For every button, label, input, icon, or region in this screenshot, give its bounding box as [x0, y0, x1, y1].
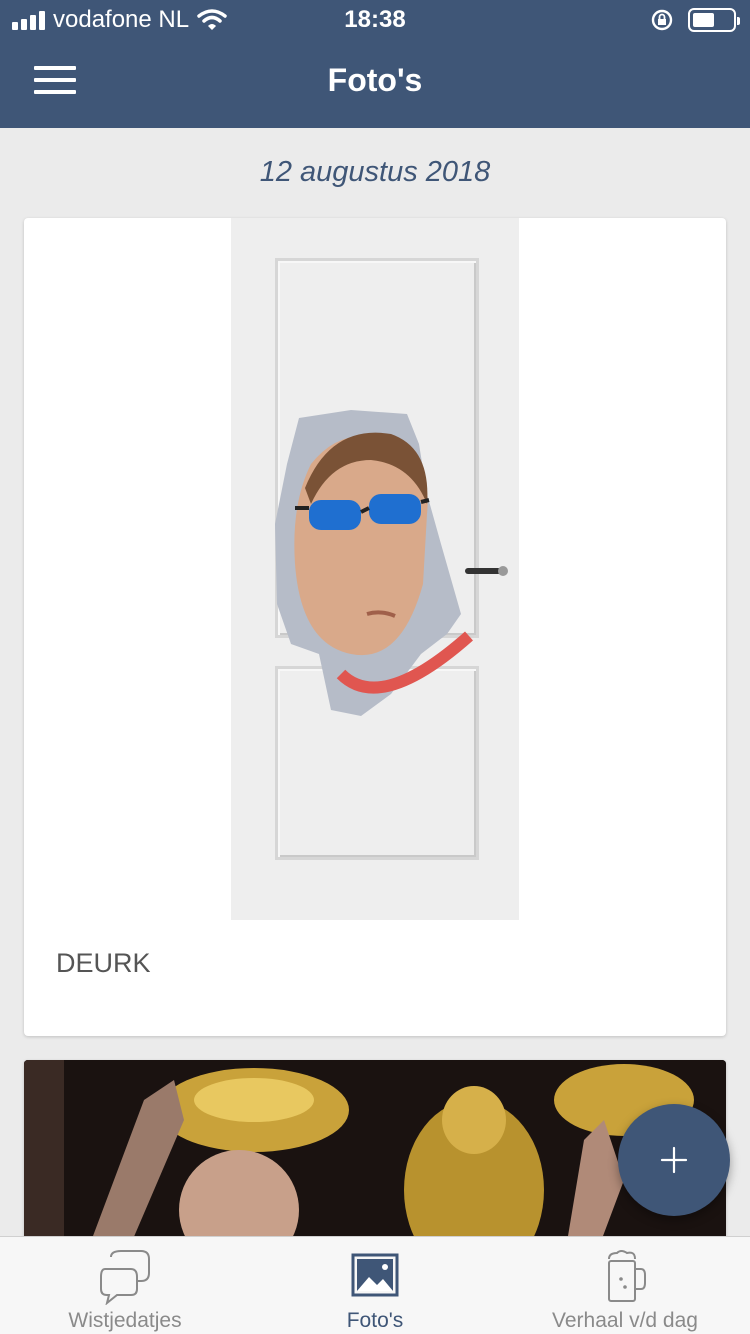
plus-icon: [660, 1146, 688, 1174]
rotation-lock-icon: [651, 9, 673, 31]
page-title: Foto's: [327, 62, 423, 98]
tab-fotos[interactable]: Foto's: [250, 1237, 500, 1334]
status-bar: vodafone NL 18:38: [0, 0, 750, 40]
door-photo[interactable]: [231, 218, 519, 920]
face-cutout: [275, 410, 473, 716]
tab-label: Wistjedatjes: [68, 1309, 182, 1332]
nav-bar: Foto's: [0, 40, 750, 128]
tab-verhaal[interactable]: Verhaal v/d dag: [500, 1237, 750, 1334]
tab-label: Verhaal v/d dag: [552, 1309, 698, 1332]
status-time: 18:38: [344, 6, 406, 33]
battery-icon: [688, 8, 740, 32]
photo-caption: DEURK: [56, 948, 151, 978]
picture-icon: [351, 1253, 399, 1297]
beer-mug-icon: [608, 1250, 646, 1302]
app: vodafone NL 18:38 Foto's 12 augustus 201…: [0, 0, 750, 1334]
photo-feed[interactable]: 12 augustus 2018 DEURK: [0, 128, 750, 1236]
tab-wistjedatjes[interactable]: Wistjedatjes: [0, 1237, 250, 1334]
app-header: vodafone NL 18:38 Foto's: [0, 0, 750, 128]
tab-bar: Wistjedatjes Foto's Verhaal v/d dag: [0, 1236, 750, 1334]
tab-label: Foto's: [346, 1309, 404, 1332]
feed-date: 12 augustus 2018: [259, 156, 491, 188]
battery-fill: [693, 13, 714, 27]
chat-bubbles-icon: [100, 1250, 150, 1305]
add-photo-button[interactable]: [618, 1104, 730, 1216]
status-right: [650, 8, 740, 32]
photo-card[interactable]: DEURK: [24, 218, 726, 1036]
